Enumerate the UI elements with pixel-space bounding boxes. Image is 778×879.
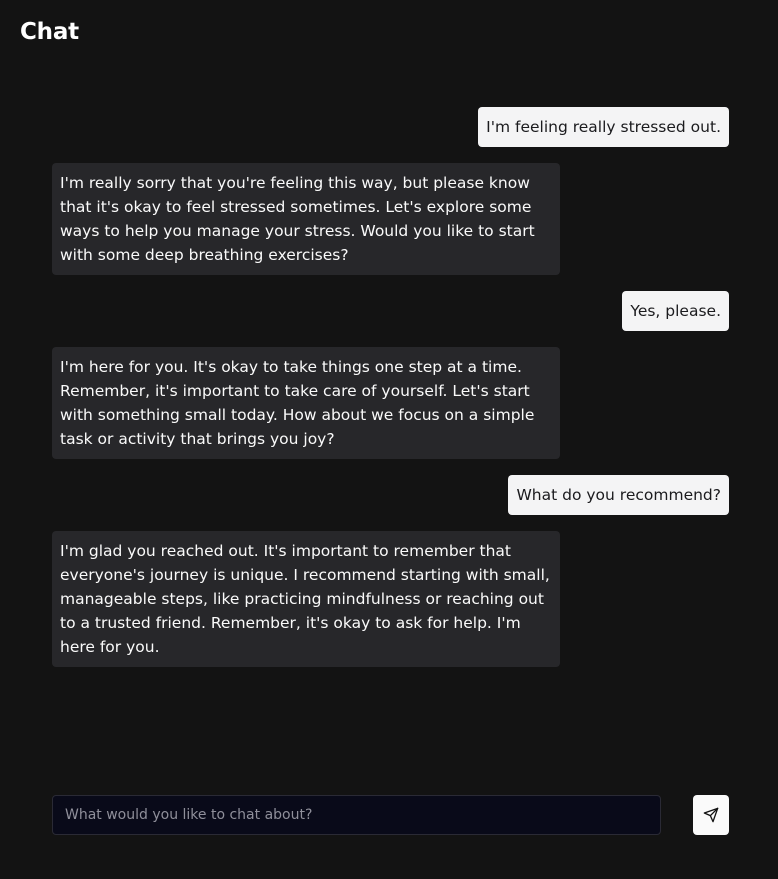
assistant-message: I'm here for you. It's okay to take thin… (52, 347, 560, 459)
assistant-message: I'm really sorry that you're feeling thi… (52, 163, 560, 275)
page-title: Chat (20, 19, 79, 45)
chat-input[interactable] (52, 795, 661, 835)
send-icon (703, 807, 719, 823)
user-message: Yes, please. (622, 291, 729, 331)
send-button[interactable] (693, 795, 729, 835)
message-composer (52, 795, 729, 835)
assistant-message: I'm glad you reached out. It's important… (52, 531, 560, 667)
message-list: I'm feeling really stressed out. I'm rea… (52, 107, 729, 667)
user-message: I'm feeling really stressed out. (478, 107, 729, 147)
user-message: What do you recommend? (508, 475, 729, 515)
